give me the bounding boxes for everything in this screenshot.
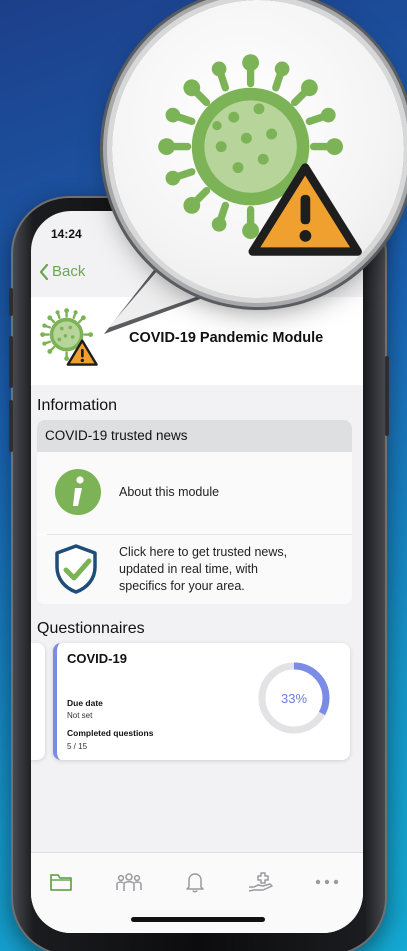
tab-health[interactable]: [247, 869, 275, 895]
previous-questionnaire-card[interactable]: [31, 643, 45, 760]
volume-down-button: [9, 400, 13, 452]
tab-notifications[interactable]: [181, 869, 209, 895]
questionnaires-heading: Questionnaires: [37, 620, 145, 637]
chevron-left-icon: [39, 263, 49, 280]
virus-warning-icon-large: [158, 54, 362, 256]
completed-label: Completed questions: [67, 728, 154, 738]
group-header: COVID-19 trusted news: [37, 420, 352, 452]
information-group: COVID-19 trusted news About this module …: [37, 420, 352, 604]
power-button: [385, 356, 389, 436]
app-screen: 14:24 Back COVID-19 Pandemic Module Info…: [31, 211, 363, 933]
zoom-callout: [112, 0, 404, 298]
mute-switch: [9, 288, 13, 316]
progress-text: 33%: [281, 691, 307, 706]
trusted-news-row[interactable]: Click here to get trusted news, updated …: [37, 535, 352, 604]
status-time: 14:24: [51, 227, 82, 241]
information-heading: Information: [37, 397, 118, 414]
about-module-label: About this module: [119, 485, 220, 499]
back-button[interactable]: Back: [39, 263, 85, 280]
trusted-news-line-1: Click here to get trusted news,: [119, 545, 288, 559]
questionnaire-title: COVID-19: [67, 651, 127, 666]
trusted-news-label: Click here to get trusted news, updated …: [119, 544, 287, 595]
health-hand-icon: [248, 872, 273, 892]
info-icon: [55, 469, 101, 515]
trusted-news-line-2: updated in real time, with: [119, 561, 258, 576]
about-module-row[interactable]: About this module: [37, 452, 352, 534]
home-indicator: [131, 917, 265, 922]
due-date-label: Due date: [67, 698, 103, 708]
completed-value: 5 / 15: [67, 742, 88, 751]
questionnaire-card[interactable]: COVID-19 Due date Not set Completed ques…: [53, 643, 350, 760]
due-date-value: Not set: [67, 711, 93, 720]
more-icon: [315, 879, 339, 885]
virus-warning-icon: [40, 308, 98, 366]
module-title: COVID-19 Pandemic Module: [129, 330, 324, 346]
people-icon: [116, 873, 142, 891]
bell-icon: [186, 873, 204, 893]
volume-up-button: [9, 336, 13, 388]
tab-more[interactable]: [313, 869, 341, 895]
tab-modules[interactable]: [47, 869, 75, 895]
trusted-news-line-3: specifics for your area.: [119, 578, 245, 593]
shield-check-icon: [55, 544, 97, 594]
folder-icon: [50, 874, 72, 891]
tab-community[interactable]: [115, 869, 143, 895]
module-header: COVID-19 Pandemic Module: [31, 297, 363, 385]
progress-ring: 33%: [258, 662, 330, 734]
back-label: Back: [52, 263, 86, 280]
